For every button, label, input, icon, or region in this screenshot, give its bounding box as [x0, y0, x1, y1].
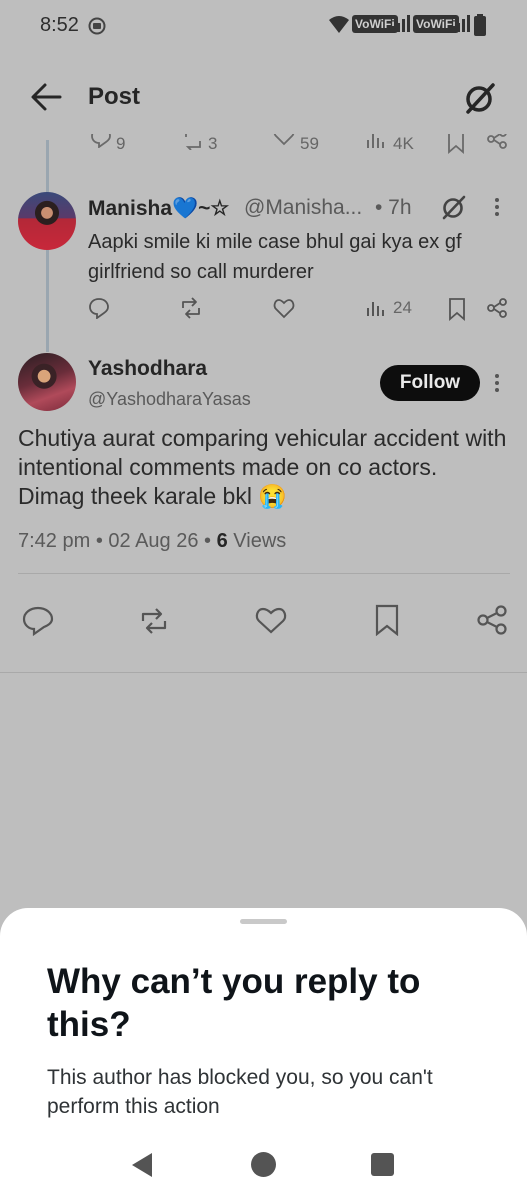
grok-icon[interactable] — [440, 193, 468, 221]
like-icon[interactable] — [272, 297, 296, 319]
more-options-icon[interactable] — [494, 373, 500, 393]
avatar[interactable] — [18, 192, 76, 250]
divider — [0, 672, 527, 673]
reply-count: 9 — [116, 134, 126, 153]
repost-icon[interactable] — [178, 297, 204, 319]
page-title: Post — [88, 83, 141, 110]
reply-icon[interactable] — [90, 134, 112, 148]
view-count: 6 — [216, 530, 228, 552]
views-count: 4K — [393, 134, 414, 153]
author-handle: @YashodharaYasas — [88, 389, 251, 409]
post-meta: 7:42 pm • 02 Aug 26 • 6 Views — [18, 530, 286, 553]
view-label: Views — [227, 530, 287, 552]
reply-icon[interactable] — [22, 606, 54, 636]
post-text: Aapki smile ki mile case bhul gai kya ex… — [88, 231, 462, 283]
signal-icon-2 — [452, 14, 472, 34]
back-arrow-icon[interactable] — [30, 82, 62, 112]
share-icon[interactable] — [486, 297, 508, 319]
views-icon[interactable] — [366, 298, 386, 318]
screen-record-icon — [88, 17, 106, 35]
avatar[interactable] — [18, 353, 76, 411]
bookmark-icon[interactable] — [448, 297, 466, 321]
author-name[interactable]: Manisha💙~☆ — [88, 196, 229, 221]
signal-icon-1 — [392, 14, 412, 34]
reply-icon[interactable] — [88, 297, 110, 319]
like-icon[interactable] — [273, 134, 295, 146]
nav-recents-icon[interactable] — [371, 1153, 394, 1176]
sheet-title: Why can’t you reply to this? — [47, 962, 421, 1044]
wifi-icon — [328, 14, 350, 34]
grok-icon[interactable] — [462, 80, 498, 116]
battery-icon — [474, 14, 486, 36]
post-time: • 7h — [375, 196, 412, 219]
nav-back-icon[interactable] — [130, 1152, 154, 1178]
post-text: Chutiya aurat comparing vehicular accide… — [18, 425, 507, 509]
author-name[interactable]: Yashodhara — [88, 357, 207, 381]
follow-button[interactable]: Follow — [380, 365, 480, 401]
bookmark-icon[interactable] — [447, 134, 465, 154]
sheet-drag-handle[interactable] — [240, 919, 287, 924]
repost-icon[interactable] — [136, 607, 172, 635]
previous-post-actions: 9 3 59 4K — [0, 134, 527, 158]
bookmark-icon[interactable] — [374, 604, 400, 636]
sheet-message: This author has blocked you, so you can'… — [47, 1066, 433, 1118]
post-timestamp: 7:42 pm • 02 Aug 26 • — [18, 530, 217, 552]
like-icon[interactable] — [254, 605, 288, 635]
like-count: 59 — [300, 134, 319, 153]
views-icon[interactable] — [366, 134, 386, 150]
repost-count: 3 — [208, 134, 218, 153]
author-handle: @Manisha... — [244, 196, 363, 219]
share-icon[interactable] — [476, 604, 508, 636]
repost-icon[interactable] — [182, 134, 204, 150]
views-count: 24 — [393, 298, 412, 317]
divider — [18, 573, 510, 574]
vowifi-badge-1: VoWiFi — [352, 15, 398, 33]
nav-home-icon[interactable] — [251, 1152, 276, 1177]
status-time: 8:52 — [40, 14, 79, 36]
more-options-icon[interactable] — [494, 197, 500, 217]
share-icon[interactable] — [486, 134, 508, 150]
